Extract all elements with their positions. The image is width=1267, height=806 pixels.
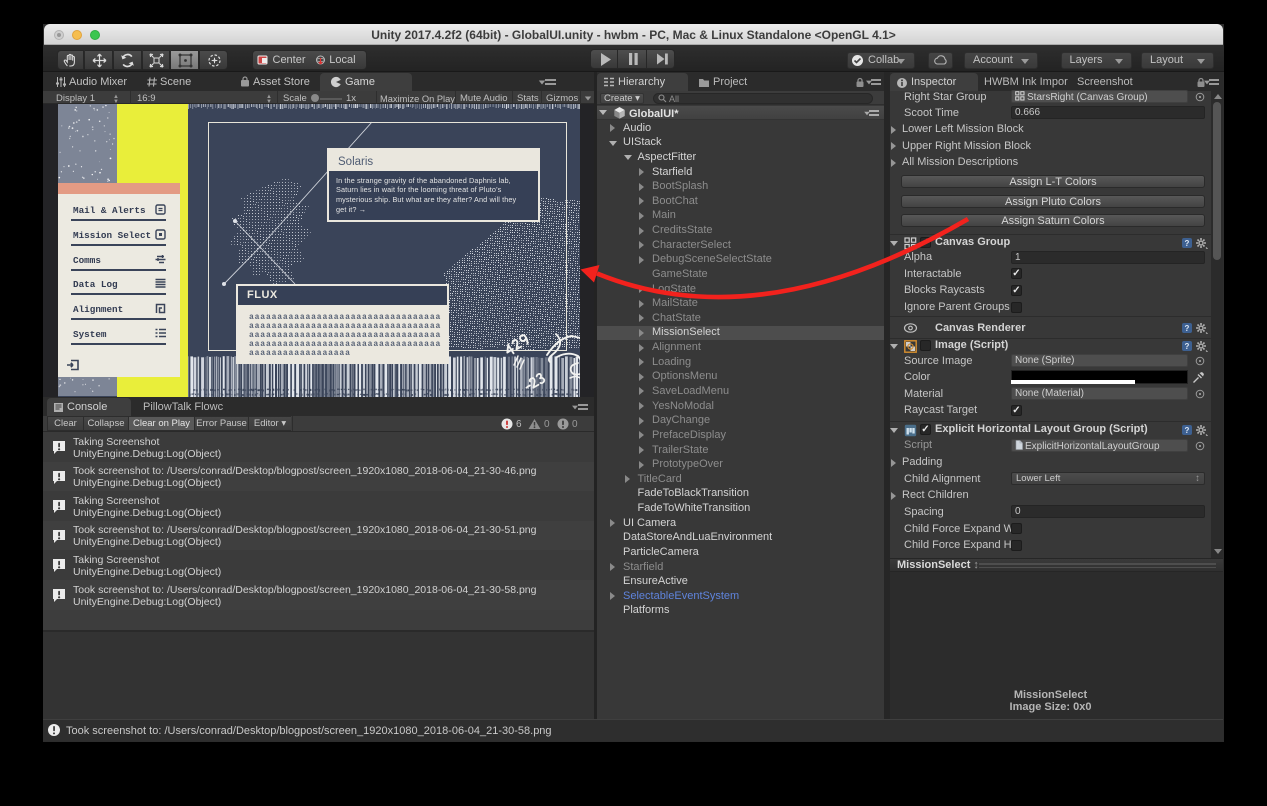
svg-text:?: ? [1185, 324, 1190, 333]
svg-text:?: ? [1185, 342, 1190, 351]
svg-text:?: ? [1185, 426, 1190, 435]
svg-text:?: ? [1185, 239, 1190, 248]
